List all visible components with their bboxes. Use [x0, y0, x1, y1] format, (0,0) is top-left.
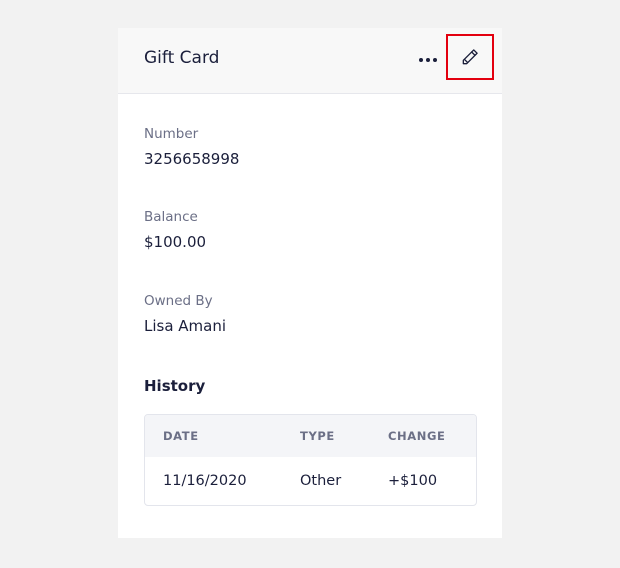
column-header-change: CHANGE	[388, 429, 446, 443]
row-date: 11/16/2020	[163, 473, 247, 489]
card-title: Gift Card	[144, 48, 220, 68]
owned-by-label: Owned By	[144, 293, 213, 309]
row-change: +$100	[388, 473, 438, 489]
balance-label: Balance	[144, 209, 198, 225]
owned-by-value: Lisa Amani	[144, 317, 227, 335]
history-title: History	[144, 377, 206, 395]
edit-button[interactable]	[446, 34, 494, 80]
column-header-type: TYPE	[300, 429, 335, 443]
more-horizontal-icon	[418, 58, 439, 62]
number-value: 3256658998	[144, 150, 240, 168]
row-type: Other	[300, 473, 342, 489]
more-options-button[interactable]	[414, 46, 442, 74]
card-header: Gift Card	[118, 28, 502, 94]
table-header: DATE TYPE CHANGE	[145, 415, 476, 457]
pencil-icon	[462, 49, 478, 65]
history-table: DATE TYPE CHANGE 11/16/2020 Other +$100	[144, 414, 477, 506]
number-label: Number	[144, 126, 199, 142]
balance-value: $100.00	[144, 233, 207, 251]
gift-card-panel: Gift Card Number 3256658998 Balance $100…	[118, 28, 502, 538]
column-header-date: DATE	[163, 429, 199, 443]
